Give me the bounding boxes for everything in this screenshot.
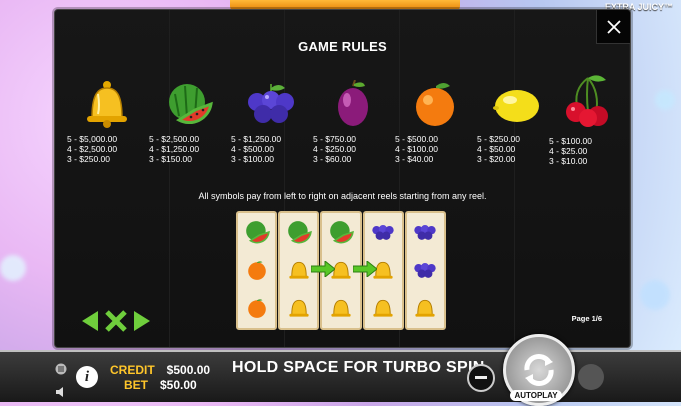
paytable-item-cherry: 5 - $100.00 4 - $25.00 3 - $10.00 [549,75,629,166]
bell-icon [289,261,309,279]
pay-4: 4 - $500.00 [231,144,275,154]
credit-value: $500.00 [166,363,211,377]
watermelon-icon [245,221,270,244]
pay-4: 4 - $2,500.00 [67,144,118,154]
minus-icon [475,376,487,379]
background-sparkle [655,90,675,110]
reel-cell [238,251,275,289]
rules-navigation [80,309,152,333]
next-page-button[interactable] [132,309,152,333]
bell-icon [373,299,393,317]
orange-icon [247,299,266,318]
pay-5: 5 - $500.00 [395,134,439,144]
background-sparkle [640,280,670,310]
bet-display: BET $50.00 [124,378,197,392]
grapes-icon [414,225,437,240]
spin-arrows-icon [524,354,554,386]
decrease-bet-button[interactable] [467,364,495,392]
example-reel [236,211,278,330]
pay-4: 4 - $100.00 [395,144,439,154]
reel-cell [322,289,359,327]
pay-5: 5 - $2,500.00 [149,134,200,144]
reel-cell [280,213,317,251]
control-bar: i CREDIT $500.00 BET $50.00 HOLD SPACE F… [0,334,681,406]
rules-title: GAME RULES [298,39,387,54]
paytable-item-grapes: 5 - $1,250.00 4 - $500.00 3 - $100.00 [231,80,311,164]
pay-3: 3 - $20.00 [477,154,516,164]
reel-cell [407,289,444,327]
pay-4: 4 - $1,250.00 [149,144,200,154]
menu-lines-icon[interactable] [55,363,67,375]
grapes-icon [372,225,394,240]
watermelon-icon [169,84,213,125]
plum-icon [338,80,368,126]
credit-display: CREDIT $500.00 [110,363,210,377]
pay-5: 5 - $750.00 [313,134,357,144]
rules-description: All symbols pay from left to right on ad… [198,191,487,201]
reel-cell [322,213,359,251]
watermelon-icon [287,221,312,244]
pay-3: 3 - $40.00 [395,154,434,164]
paytable-row: 5 - $5,000.00 4 - $2,500.00 3 - $250.00 … [55,75,630,170]
bell-icon [331,299,351,317]
orange-icon [416,83,454,126]
pay-5: 5 - $100.00 [549,136,593,146]
example-reel [404,211,447,330]
lemon-icon [493,90,539,122]
orange-icon [247,261,266,280]
bell-icon [415,299,436,317]
pay-3: 3 - $10.00 [549,156,588,166]
speaker-icon[interactable] [55,386,67,398]
pay-3: 3 - $150.00 [149,154,193,164]
paytable-item-bell: 5 - $5,000.00 4 - $2,500.00 3 - $250.00 [67,80,147,164]
win-arrow-icon [353,261,377,277]
credit-label: CREDIT [110,363,155,377]
grapes-icon [414,263,437,278]
prev-page-button[interactable] [80,309,100,333]
bet-label: BET [124,378,148,392]
pay-3: 3 - $60.00 [313,154,352,164]
cherry-icon [566,75,608,127]
paytable-item-lemon: 5 - $250.00 4 - $50.00 3 - $20.00 [477,80,557,164]
paytable-item-watermelon: 5 - $2,500.00 4 - $1,250.00 3 - $150.00 [149,80,229,164]
bell-icon [87,81,127,128]
reel-cell [365,289,402,327]
watermelon-icon [330,221,354,244]
grapes-icon [248,84,294,123]
close-icon [606,19,621,34]
settings-button[interactable] [578,364,604,390]
background-sparkle [0,255,26,281]
pay-4: 4 - $250.00 [313,144,357,154]
pay-3: 3 - $100.00 [231,154,275,164]
example-reels [236,211,447,330]
reel-cell [407,251,444,289]
turbo-spin-message: HOLD SPACE FOR TURBO SPIN [232,359,485,376]
paytable-item-plum: 5 - $750.00 4 - $250.00 3 - $60.00 [313,80,393,164]
rules-panel: GAME RULES 5 - $5,000.00 4 - $2,500.00 3… [54,9,631,348]
reel-cell [238,289,275,327]
reel-cell [365,213,402,251]
pay-5: 5 - $250.00 [477,134,521,144]
paytable-item-orange: 5 - $500.00 4 - $100.00 3 - $40.00 [395,80,475,164]
info-button[interactable]: i [76,366,98,388]
sound-controls [55,362,67,403]
reel-cell [280,289,317,327]
pay-5: 5 - $1,250.00 [231,134,282,144]
pay-4: 4 - $50.00 [477,144,516,154]
pay-5: 5 - $5,000.00 [67,134,118,144]
autoplay-button[interactable]: AUTOPLAY [510,390,562,401]
win-arrow-icon [311,261,335,277]
close-rules-icon[interactable] [104,309,128,333]
bet-value: $50.00 [160,378,197,392]
reel-cell [238,213,275,251]
pay-3: 3 - $250.00 [67,154,111,164]
pay-4: 4 - $25.00 [549,146,588,156]
bell-icon [289,299,309,317]
reel-cell [407,213,444,251]
page-indicator: Page 1/6 [571,314,602,323]
